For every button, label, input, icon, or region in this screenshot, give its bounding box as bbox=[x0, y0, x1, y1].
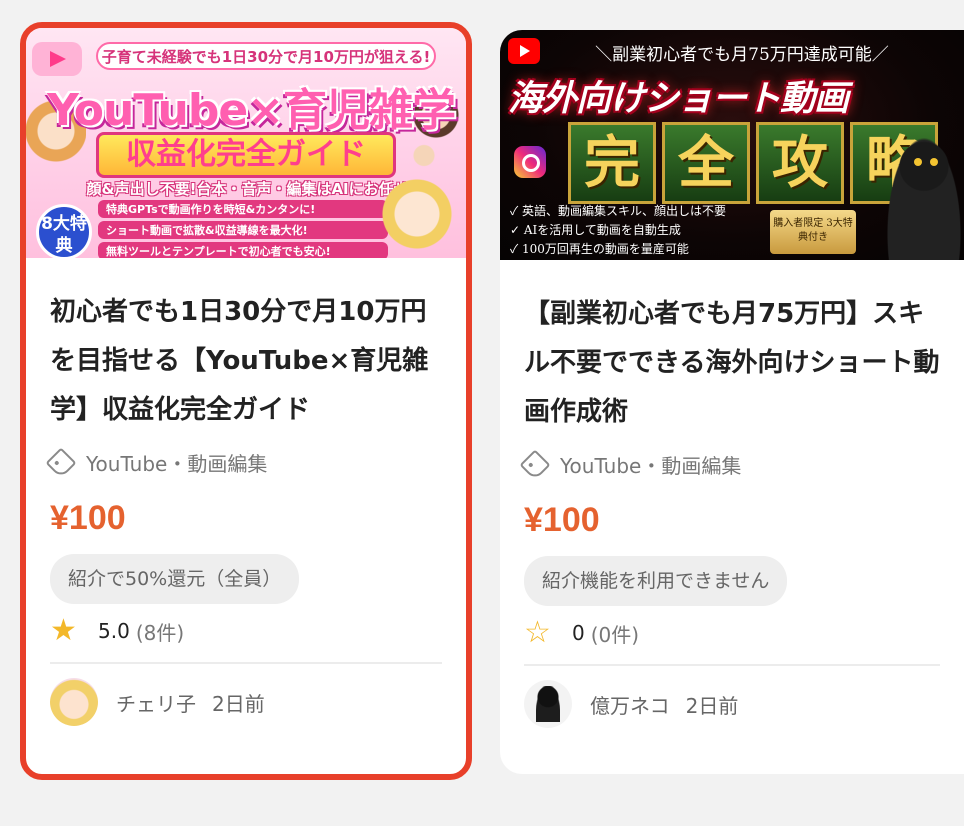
post-time: 2日前 bbox=[212, 691, 265, 716]
star-filled-icon: ★ bbox=[50, 613, 77, 648]
avatar[interactable] bbox=[524, 680, 572, 728]
thumbnail-headline: 海外向けショート動画 bbox=[508, 78, 849, 119]
product-title[interactable]: 初心者でも1日30分で月10万円を目指せる【YouTube×育児雑学】収益化完全… bbox=[50, 288, 442, 435]
thumbnail-bullet: 特典GPTsで動画作りを時短&カンタンに! bbox=[98, 200, 388, 218]
tag-icon bbox=[45, 446, 77, 479]
thumbnail-top-line: 子育て未経験でも1日30分で月10万円が狙える! bbox=[96, 42, 436, 70]
rating-score: 0 bbox=[572, 621, 585, 645]
thumbnail-bullets: 特典GPTsで動画作りを時短&カンタンに! ショート動画で拡散&収益導線を最大化… bbox=[98, 200, 388, 258]
product-tags[interactable]: YouTube・動画編集 bbox=[45, 446, 442, 479]
tag-icon bbox=[519, 448, 551, 481]
thumbnail-tiles: 完 全 攻 略 bbox=[568, 122, 938, 204]
thumbnail-note: ✓ 100万回再生の動画を量産可能 bbox=[510, 242, 689, 256]
thumbnail-tile: 完 bbox=[568, 122, 656, 204]
product-thumbnail[interactable]: 子育て未経験でも1日30分で月10万円が狙える! YouTube×育児雑学 収益… bbox=[26, 28, 466, 258]
author-name[interactable]: 億万ネコ bbox=[590, 690, 670, 719]
product-price: ¥100 bbox=[524, 501, 600, 539]
youtube-icon bbox=[508, 38, 540, 64]
rating-count: (0件) bbox=[590, 622, 640, 647]
author-row[interactable]: 億万ネコ 2日前 bbox=[524, 666, 940, 742]
referral-badge: 紹介で50%還元（全員） bbox=[50, 554, 300, 604]
thumbnail-tile: 攻 bbox=[756, 122, 844, 204]
thumbnail-subheadline: 収益化完全ガイド bbox=[96, 132, 396, 178]
product-card[interactable]: ＼副業初心者でも月75万円達成可能／ 海外向けショート動画 完 全 攻 略 ✓ … bbox=[500, 30, 964, 774]
product-card-selected[interactable]: 子育て未経験でも1日30分で月10万円が狙える! YouTube×育児雑学 収益… bbox=[20, 22, 472, 780]
author-name[interactable]: チェリ子 bbox=[116, 688, 196, 717]
instagram-icon bbox=[514, 146, 546, 178]
thumbnail-headline: YouTube×育児雑学 bbox=[46, 85, 456, 136]
tag-label: YouTube・動画編集 bbox=[86, 452, 268, 476]
thumbnail-tile: 全 bbox=[662, 122, 750, 204]
thumbnail-bullet: ショート動画で拡散&収益導線を最大化! bbox=[98, 221, 388, 239]
rating: ☆ 0 (0件) bbox=[524, 616, 940, 650]
play-icon bbox=[32, 42, 82, 76]
illustration-cat bbox=[884, 130, 964, 260]
product-tags[interactable]: YouTube・動画編集 bbox=[519, 448, 940, 481]
rating-score: 5.0 bbox=[98, 619, 130, 643]
bonus-badge: 8大特典 bbox=[36, 204, 92, 258]
rating-count: (8件) bbox=[135, 620, 185, 645]
rating: ★ 5.0 (8件) bbox=[50, 614, 442, 648]
thumbnail-notes: ✓ 英語、動画編集スキル、顔出しは不要 ✓ AIを活用して動画を自動生成 ✓ 1… bbox=[510, 202, 726, 259]
tag-label: YouTube・動画編集 bbox=[560, 454, 742, 478]
product-title[interactable]: 【副業初心者でも月75万円】スキル不要でできる海外向けショート動画作成術 bbox=[524, 290, 940, 437]
post-time: 2日前 bbox=[685, 693, 739, 718]
bonus-badge: 購入者限定 3大特典付き bbox=[770, 210, 856, 254]
thumbnail-note: ✓ 英語、動画編集スキル、顔出しは不要 bbox=[510, 204, 727, 218]
thumbnail-note: ✓ AIを活用して動画を自動生成 bbox=[510, 223, 681, 237]
avatar[interactable] bbox=[50, 678, 98, 726]
author-row[interactable]: チェリ子 2日前 bbox=[50, 664, 442, 740]
product-thumbnail[interactable]: ＼副業初心者でも月75万円達成可能／ 海外向けショート動画 完 全 攻 略 ✓ … bbox=[500, 30, 964, 260]
illustration-girl bbox=[382, 178, 452, 258]
product-price: ¥100 bbox=[50, 499, 126, 537]
referral-badge: 紹介機能を利用できません bbox=[524, 556, 788, 606]
thumbnail-tagline: 顔&声出し不要!台本・音声・編集はAIにお任せ! bbox=[86, 180, 416, 198]
thumbnail-top-line: ＼副業初心者でも月75万円達成可能／ bbox=[595, 45, 889, 65]
thumbnail-bullet: 無料ツールとテンプレートで初心者でも安心! bbox=[98, 242, 388, 258]
star-outline-icon: ☆ bbox=[524, 615, 551, 650]
